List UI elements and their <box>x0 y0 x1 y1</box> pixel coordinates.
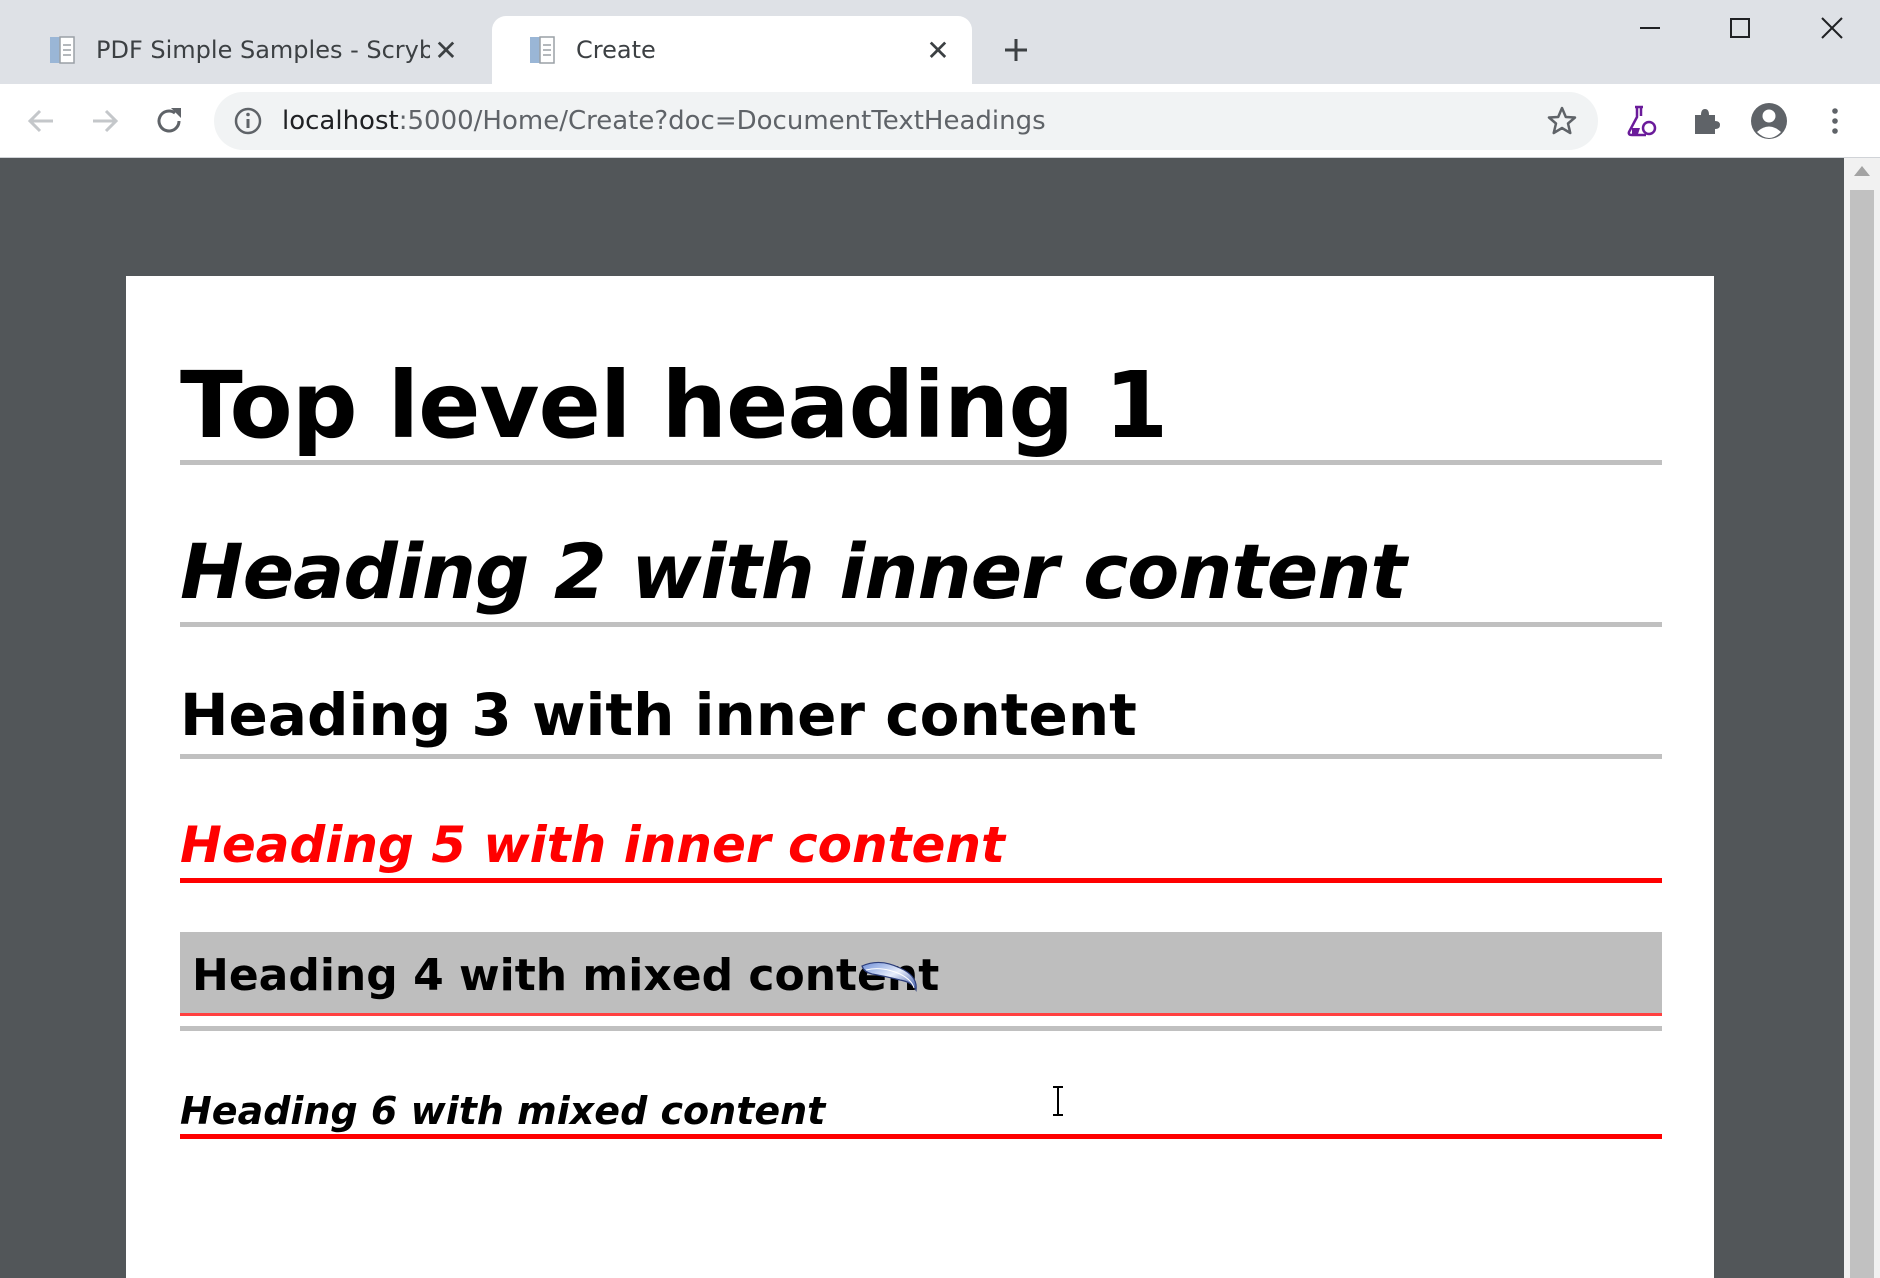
heading-1: Top level heading 1 <box>180 360 1662 465</box>
reload-button[interactable] <box>146 98 192 144</box>
tab-create[interactable]: Create ✕ <box>492 16 972 84</box>
url-text[interactable]: localhost:5000/Home/Create?doc=DocumentT… <box>282 92 1046 150</box>
close-window-button[interactable] <box>1792 6 1872 50</box>
star-icon[interactable] <box>1546 105 1578 137</box>
vertical-scrollbar[interactable] <box>1844 158 1880 1278</box>
document-favicon-icon <box>530 36 555 64</box>
close-tab-icon[interactable]: ✕ <box>430 34 462 67</box>
text-cursor-icon <box>1053 1086 1063 1116</box>
menu-dots-icon <box>1832 108 1838 134</box>
tab-strip: PDF Simple Samples - Scryber ✕ Create ✕ <box>0 0 1880 84</box>
heading-3: Heading 3 with inner content <box>180 686 1662 759</box>
url-path: :5000/Home/Create?doc=DocumentTextHeadin… <box>398 106 1046 136</box>
extensions-puzzle-icon <box>1695 109 1720 134</box>
ribbon-image-icon <box>861 961 917 992</box>
address-bar[interactable]: localhost:5000/Home/Create?doc=DocumentT… <box>214 92 1598 150</box>
extensions-button[interactable] <box>1682 98 1728 144</box>
scroll-up-arrow-icon[interactable] <box>1854 166 1870 176</box>
heading-4-rule <box>180 1026 1662 1031</box>
browser-toolbar: localhost:5000/Home/Create?doc=DocumentT… <box>0 84 1880 158</box>
reload-icon <box>157 108 181 133</box>
document-favicon-icon <box>50 36 75 64</box>
minimize-button[interactable] <box>1610 6 1690 50</box>
labs-flask-icon <box>1627 105 1657 137</box>
url-host: localhost <box>282 106 399 136</box>
new-tab-button[interactable] <box>996 30 1036 70</box>
heading-4-block: Heading 4 with mixed content <box>180 932 1662 1016</box>
menu-button[interactable] <box>1812 98 1858 144</box>
profile-avatar-icon <box>1751 103 1787 139</box>
heading-5: Heading 5 with inner content <box>180 820 1662 883</box>
forward-button[interactable] <box>82 98 128 144</box>
plus-icon <box>1005 39 1027 61</box>
tab-title: Create <box>576 36 656 64</box>
scrollbar-thumb[interactable] <box>1850 190 1874 1278</box>
heading-4: Heading 4 with mixed content <box>192 950 940 1001</box>
close-icon <box>1821 17 1843 39</box>
profile-button[interactable] <box>1746 98 1792 144</box>
back-button[interactable] <box>18 98 64 144</box>
maximize-icon <box>1730 18 1750 38</box>
tab-title: PDF Simple Samples - Scryber <box>96 36 430 64</box>
pdf-page: Top level heading 1 Heading 2 with inner… <box>126 276 1714 1278</box>
heading-6: Heading 6 with mixed content <box>180 1092 1662 1139</box>
tab-pdf-simple-samples[interactable]: PDF Simple Samples - Scryber ✕ <box>12 16 480 84</box>
maximize-button[interactable] <box>1700 6 1780 50</box>
minimize-icon <box>1640 27 1660 29</box>
heading-2: Heading 2 with inner content <box>180 534 1662 627</box>
forward-arrow-icon <box>93 109 119 133</box>
close-tab-icon[interactable]: ✕ <box>922 34 954 67</box>
info-icon[interactable] <box>232 105 264 137</box>
back-arrow-icon <box>27 109 53 133</box>
labs-button[interactable] <box>1618 98 1664 144</box>
